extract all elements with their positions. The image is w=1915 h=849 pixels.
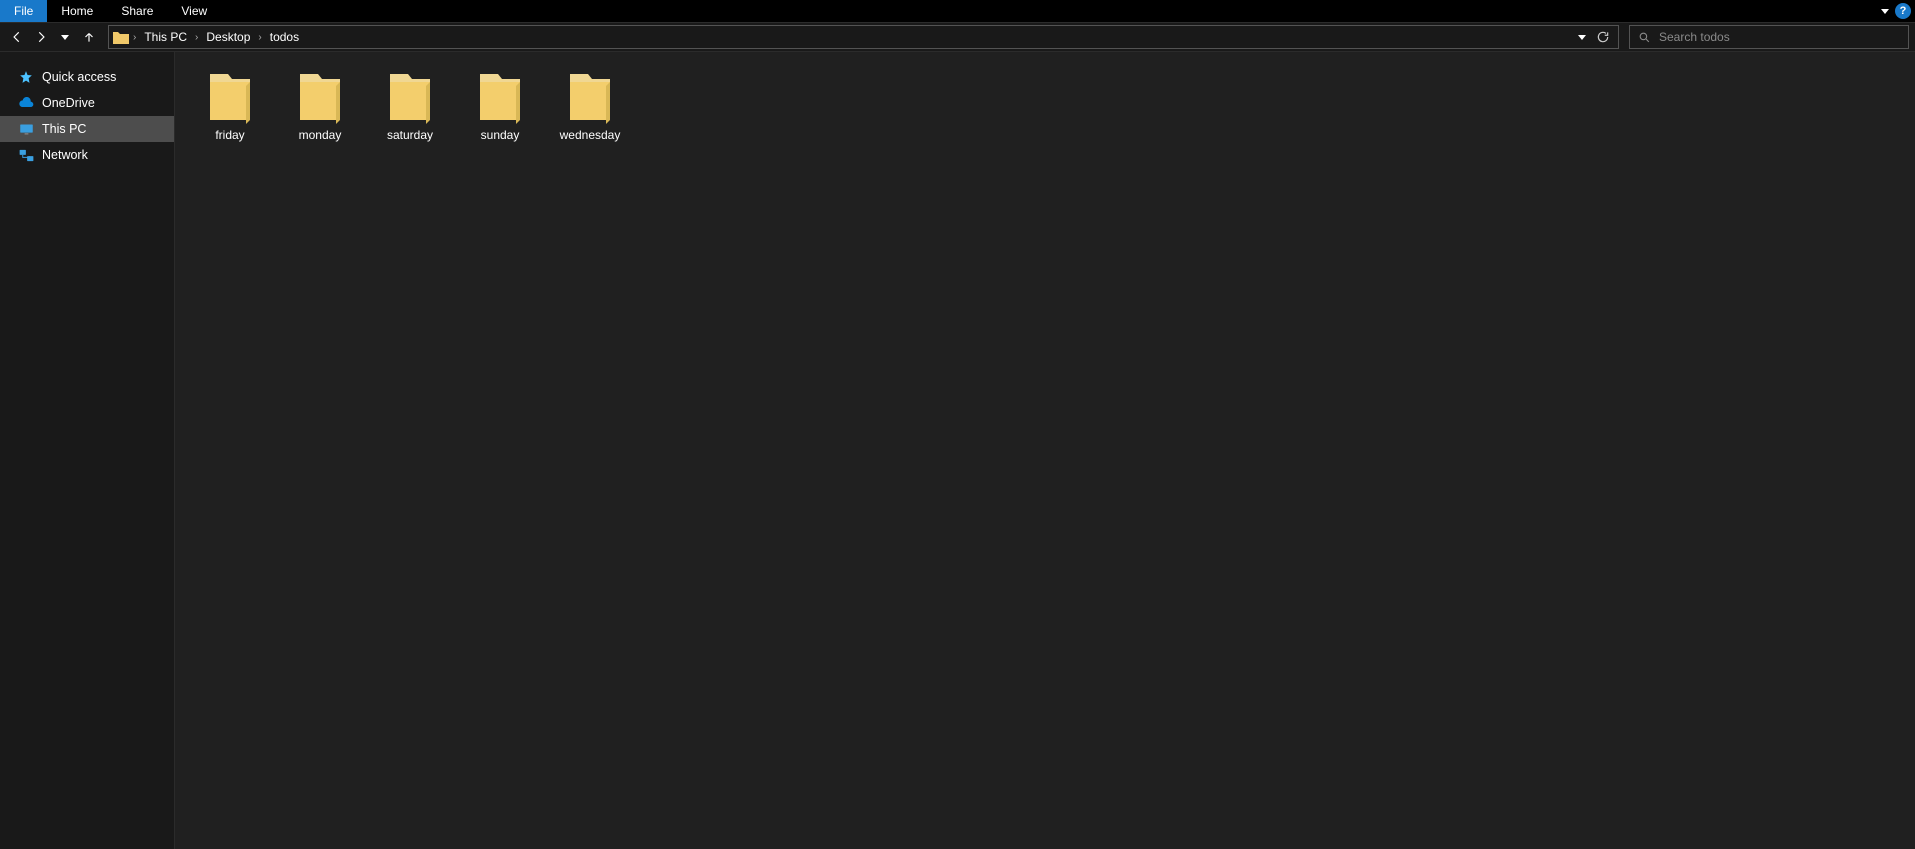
folder-icon bbox=[206, 70, 254, 124]
address-bar[interactable]: › This PC › Desktop › todos bbox=[108, 25, 1619, 49]
folder-item[interactable]: saturday bbox=[365, 66, 455, 146]
ribbon-tab-file[interactable]: File bbox=[0, 0, 47, 22]
sidebar-item-network[interactable]: Network bbox=[0, 142, 174, 168]
folder-label: sunday bbox=[481, 128, 520, 142]
ribbon: File Home Share View ? bbox=[0, 0, 1915, 22]
main: Quick access OneDrive This PC Network fr… bbox=[0, 52, 1915, 849]
sidebar-item-label: This PC bbox=[42, 122, 86, 136]
address-dropdown-icon[interactable] bbox=[1578, 35, 1586, 40]
ribbon-tab-share[interactable]: Share bbox=[107, 0, 167, 22]
refresh-icon[interactable] bbox=[1596, 30, 1610, 44]
folder-icon bbox=[566, 70, 614, 124]
folder-label: monday bbox=[299, 128, 342, 142]
chevron-down-icon bbox=[61, 35, 69, 40]
ribbon-tab-view[interactable]: View bbox=[167, 0, 221, 22]
folder-item[interactable]: monday bbox=[275, 66, 365, 146]
folder-label: friday bbox=[215, 128, 244, 142]
arrow-up-icon bbox=[82, 30, 96, 44]
sidebar-item-onedrive[interactable]: OneDrive bbox=[0, 90, 174, 116]
network-icon bbox=[18, 147, 34, 163]
folder-label: saturday bbox=[387, 128, 433, 142]
navigation-pane: Quick access OneDrive This PC Network bbox=[0, 52, 175, 849]
sidebar-item-quick-access[interactable]: Quick access bbox=[0, 64, 174, 90]
breadcrumb-segment[interactable]: todos bbox=[264, 26, 305, 48]
ribbon-tab-home[interactable]: Home bbox=[47, 0, 107, 22]
sidebar-item-label: Quick access bbox=[42, 70, 116, 84]
arrow-left-icon bbox=[10, 30, 24, 44]
sidebar-item-label: OneDrive bbox=[42, 96, 95, 110]
breadcrumb-separator-icon: › bbox=[193, 32, 200, 43]
folder-item[interactable]: wednesday bbox=[545, 66, 635, 146]
folder-icon bbox=[111, 27, 131, 47]
up-button[interactable] bbox=[78, 26, 100, 48]
search-box[interactable] bbox=[1629, 25, 1909, 49]
folder-icon bbox=[386, 70, 434, 124]
navbar: › This PC › Desktop › todos bbox=[0, 22, 1915, 52]
sidebar-item-this-pc[interactable]: This PC bbox=[0, 116, 174, 142]
breadcrumb-segment[interactable]: This PC bbox=[138, 26, 193, 48]
forward-button[interactable] bbox=[30, 26, 52, 48]
recent-locations-button[interactable] bbox=[54, 26, 76, 48]
star-icon bbox=[18, 69, 34, 85]
cloud-icon bbox=[18, 95, 34, 111]
folder-icon bbox=[476, 70, 524, 124]
folder-label: wednesday bbox=[560, 128, 621, 142]
monitor-icon bbox=[18, 121, 34, 137]
breadcrumb-separator-icon: › bbox=[131, 32, 138, 43]
arrow-right-icon bbox=[34, 30, 48, 44]
folder-item[interactable]: sunday bbox=[455, 66, 545, 146]
folder-icon bbox=[296, 70, 344, 124]
minimize-ribbon-icon[interactable] bbox=[1881, 9, 1889, 14]
back-button[interactable] bbox=[6, 26, 28, 48]
search-icon bbox=[1638, 31, 1651, 44]
search-input[interactable] bbox=[1659, 30, 1908, 44]
help-icon[interactable]: ? bbox=[1895, 3, 1911, 19]
breadcrumb-separator-icon: › bbox=[256, 32, 263, 43]
sidebar-item-label: Network bbox=[42, 148, 88, 162]
folder-content[interactable]: friday monday saturday sunday wednesday bbox=[175, 52, 1915, 849]
folder-item[interactable]: friday bbox=[185, 66, 275, 146]
breadcrumb-segment[interactable]: Desktop bbox=[200, 26, 256, 48]
